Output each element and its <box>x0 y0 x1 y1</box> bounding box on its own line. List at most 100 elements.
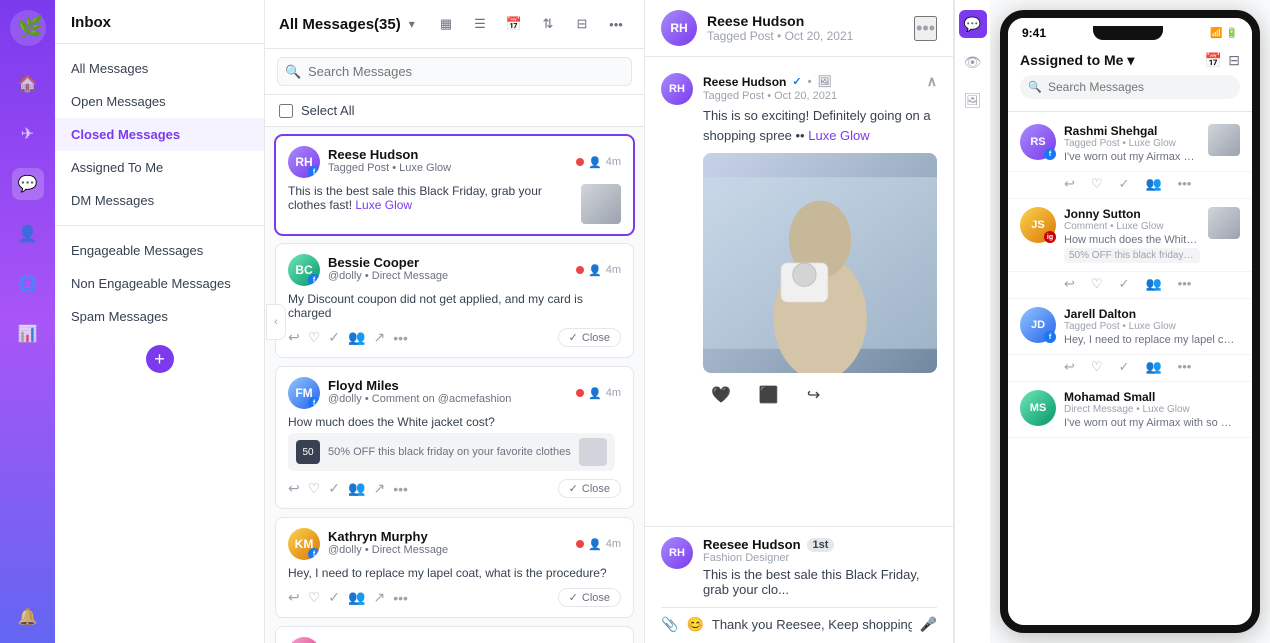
phone-check-icon-1[interactable]: ✓ <box>1119 176 1130 192</box>
sidebar-item-assigned-to-me[interactable]: Assigned To Me <box>55 151 264 184</box>
globe-nav-icon[interactable]: 🌐 <box>12 268 44 300</box>
battery-icon: 🔋 <box>1226 28 1238 39</box>
reply-icon-4[interactable]: ↩ <box>288 589 300 606</box>
sidebar-item-non-engageable[interactable]: Non Engageable Messages <box>55 267 264 300</box>
phone-message-item-3[interactable]: JD f Jarell Dalton Tagged Post • Luxe Gl… <box>1008 299 1252 355</box>
phone-msg-source-1: Tagged Post • Luxe Glow <box>1064 138 1200 149</box>
msg-source-2: @dolly • Direct Message <box>328 270 448 282</box>
close-button-3[interactable]: ✓ Close <box>558 479 621 498</box>
phone-notch <box>1093 26 1163 40</box>
attachment-icon[interactable]: 📎 <box>661 616 678 633</box>
phone-message-item-2[interactable]: JS ig Jonny Sutton Comment • Luxe Glow H… <box>1008 199 1252 272</box>
message-card-3[interactable]: FM f Floyd Miles @dolly • Comment on @ac… <box>275 366 634 509</box>
phone-check-icon-2[interactable]: ✓ <box>1119 276 1130 292</box>
check-icon-4[interactable]: ✓ <box>328 589 340 606</box>
user-nav-icon[interactable]: 👤 <box>12 218 44 250</box>
phone-more-icon-1[interactable]: ••• <box>1178 176 1192 192</box>
close-button-2[interactable]: ✓ Close <box>558 328 621 347</box>
phone-messages-list: RS f Rashmi Shehgal Tagged Post • Luxe G… <box>1008 112 1252 625</box>
message-card-1[interactable]: RH f Reese Hudson Tagged Post • Luxe Glo… <box>275 135 634 235</box>
emoji-icon[interactable]: 😊 <box>686 616 703 633</box>
group-icon-3[interactable]: 👥 <box>348 480 365 497</box>
phone-more-icon-2[interactable]: ••• <box>1178 276 1192 292</box>
sidebar-item-all-messages[interactable]: All Messages <box>55 52 264 85</box>
reply-icon-3[interactable]: ↩ <box>288 480 300 497</box>
check-close-icon-4: ✓ <box>569 591 578 604</box>
check-icon-3[interactable]: ✓ <box>328 480 340 497</box>
bell-nav-icon[interactable]: 🔔 <box>12 601 44 633</box>
bubble-image <box>703 153 937 373</box>
sidebar-item-spam[interactable]: Spam Messages <box>55 300 264 333</box>
avatar-1: RH f <box>288 146 320 178</box>
image-right-icon[interactable]: 🖼 <box>959 86 987 114</box>
phone-reply-icon-1[interactable]: ↩ <box>1064 176 1075 192</box>
group-icon-2[interactable]: 👥 <box>348 329 365 346</box>
phone-group-icon-3[interactable]: 👥 <box>1145 359 1161 375</box>
sidebar-item-engageable[interactable]: Engageable Messages <box>55 234 264 267</box>
msg-badges-2: 👤 4m <box>576 264 621 277</box>
sidebar-item-open-messages[interactable]: Open Messages <box>55 85 264 118</box>
eye-right-icon[interactable]: 👁 <box>959 48 987 76</box>
check-icon-2[interactable]: ✓ <box>328 329 340 346</box>
reply-icon-2[interactable]: ↩ <box>288 329 300 346</box>
more-icon-4[interactable]: ••• <box>393 590 408 606</box>
phone-calendar-icon[interactable]: 📅 <box>1205 52 1222 69</box>
more-icon-3[interactable]: ••• <box>393 481 408 497</box>
phone-reply-icon-2[interactable]: ↩ <box>1064 276 1075 292</box>
list-view-icon[interactable]: ☰ <box>466 10 494 38</box>
send-nav-icon[interactable]: ✈ <box>12 118 44 150</box>
more-icon-2[interactable]: ••• <box>393 330 408 346</box>
degree-badge: 1st <box>807 538 835 552</box>
phone-msg-subtext-2: 50% OFF this black friday on your favor.… <box>1064 248 1200 263</box>
search-input[interactable] <box>277 57 632 86</box>
phone-more-icon-3[interactable]: ••• <box>1178 359 1192 375</box>
more-icon[interactable]: ••• <box>602 10 630 38</box>
reply-input-row: 📎 😊 🎤 <box>661 607 937 633</box>
phone-group-icon-1[interactable]: 👥 <box>1145 176 1161 192</box>
like-icon-3[interactable]: ♡ <box>308 480 321 497</box>
forward-button[interactable]: ↪ <box>799 381 828 409</box>
phone-reply-icon-3[interactable]: ↩ <box>1064 359 1075 375</box>
chat-right-icon[interactable]: 💬 <box>959 10 987 38</box>
close-button-4[interactable]: ✓ Close <box>558 588 621 607</box>
main-more-button[interactable]: ••• <box>914 16 937 41</box>
mic-icon[interactable]: 🎤 <box>920 616 937 633</box>
phone-like-icon-2[interactable]: ♡ <box>1091 276 1103 292</box>
heart-reaction-button[interactable]: 🖤 <box>703 381 739 409</box>
sort-icon[interactable]: ⇅ <box>534 10 562 38</box>
share-button[interactable]: ⬛ <box>751 381 787 409</box>
like-icon-2[interactable]: ♡ <box>308 329 321 346</box>
phone-check-icon-3[interactable]: ✓ <box>1119 359 1130 375</box>
phone-message-item-1[interactable]: RS f Rashmi Shehgal Tagged Post • Luxe G… <box>1008 116 1252 172</box>
panel-title-dropdown[interactable]: ▾ <box>409 17 415 31</box>
collapse-sidebar-button[interactable]: ‹ <box>266 304 286 340</box>
select-all-checkbox[interactable] <box>279 104 293 118</box>
like-icon-4[interactable]: ♡ <box>308 589 321 606</box>
share-icon-2[interactable]: ↗ <box>373 329 385 346</box>
chart-nav-icon[interactable]: 📊 <box>12 318 44 350</box>
share-icon-4[interactable]: ↗ <box>373 589 385 606</box>
home-nav-icon[interactable]: 🏠 <box>12 68 44 100</box>
sidebar-item-closed-messages[interactable]: Closed Messages <box>55 118 264 151</box>
phone-search-input[interactable] <box>1020 75 1240 99</box>
add-inbox-button[interactable]: + <box>146 345 174 373</box>
reply-text-input[interactable] <box>712 617 912 632</box>
share-icon-3[interactable]: ↗ <box>373 480 385 497</box>
phone-mockup: 9:41 📶 🔋 Assigned to Me ▾ 📅 ⊟ <box>1000 10 1260 633</box>
message-card-4[interactable]: KM f Kathryn Murphy @dolly • Direct Mess… <box>275 517 634 618</box>
chat-nav-icon[interactable]: 💬 <box>12 168 44 200</box>
group-icon-4[interactable]: 👥 <box>348 589 365 606</box>
phone-like-icon-1[interactable]: ♡ <box>1091 176 1103 192</box>
message-card-5[interactable]: JR f Jonathan Robin 4m <box>275 626 634 643</box>
grid-view-icon[interactable]: ▦ <box>432 10 460 38</box>
message-card-2[interactable]: BC f Bessie Cooper @dolly • Direct Messa… <box>275 243 634 358</box>
phone-message-item-4[interactable]: MS Mohamad Small Direct Message • Luxe G… <box>1008 382 1252 438</box>
filter-icon[interactable]: ⊟ <box>568 10 596 38</box>
phone-group-icon-2[interactable]: 👥 <box>1145 276 1161 292</box>
sidebar-item-dm-messages[interactable]: DM Messages <box>55 184 264 217</box>
calendar-icon[interactable]: 📅 <box>500 10 528 38</box>
avatar-3: FM f <box>288 377 320 409</box>
phone-filter-icon[interactable]: ⊟ <box>1228 52 1240 69</box>
collapse-icon[interactable]: ∧ <box>927 73 937 90</box>
phone-like-icon-3[interactable]: ♡ <box>1091 359 1103 375</box>
